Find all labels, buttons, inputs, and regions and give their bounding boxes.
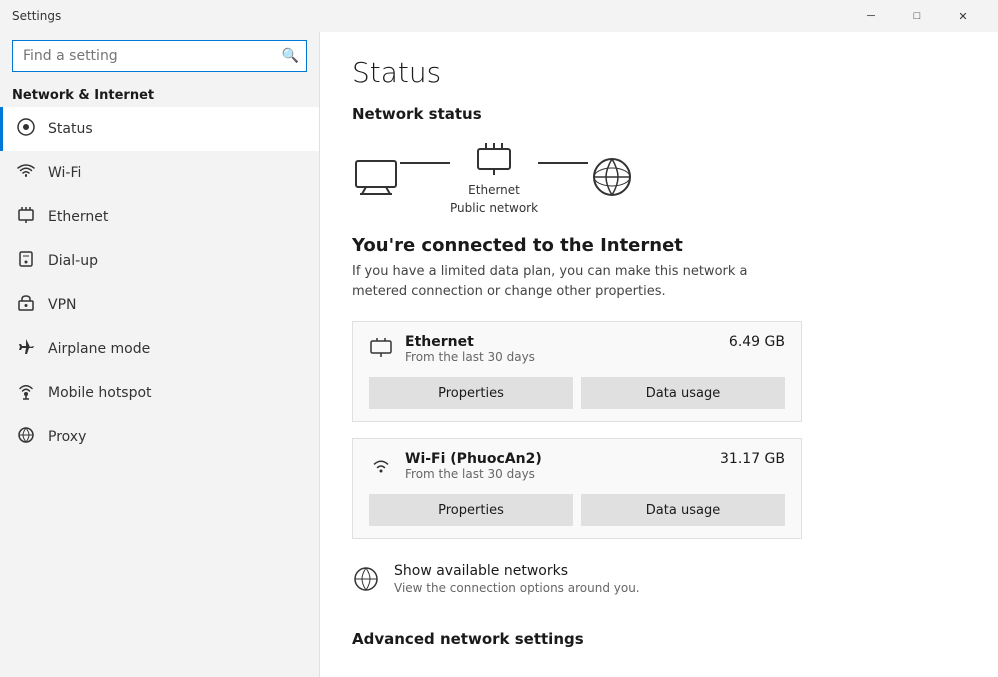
sidebar-item-vpn-label: VPN: [48, 297, 77, 313]
page-title: Status: [352, 56, 966, 89]
network-diagram: Ethernet Public network: [352, 139, 966, 215]
sidebar-item-dialup[interactable]: Dial-up: [0, 239, 319, 283]
content-area: Status Network status: [320, 32, 998, 677]
proxy-icon: [16, 425, 36, 449]
advanced-network-title: Advanced network settings: [352, 630, 966, 648]
ethernet-card: Ethernet From the last 30 days 6.49 GB P…: [352, 321, 802, 422]
show-networks[interactable]: Show available networks View the connect…: [352, 555, 802, 606]
wifi-card: Wi-Fi (PhuocAn2) From the last 30 days 3…: [352, 438, 802, 539]
show-networks-icon: [352, 565, 380, 598]
wifi-card-name: Wi-Fi (PhuocAn2): [405, 451, 708, 467]
computer-icon: [352, 157, 400, 197]
status-icon: [16, 117, 36, 141]
wifi-properties-button[interactable]: Properties: [369, 494, 573, 526]
wifi-usage: 31.17 GB: [720, 451, 785, 467]
close-button[interactable]: ✕: [940, 0, 986, 32]
wifi-card-icon: [369, 453, 393, 482]
show-networks-title: Show available networks: [394, 563, 640, 579]
sidebar-item-proxy-label: Proxy: [48, 429, 86, 445]
wifi-info: Wi-Fi (PhuocAn2) From the last 30 days: [405, 451, 708, 481]
switch-icon: [474, 139, 514, 179]
sidebar-item-wifi[interactable]: Wi-Fi: [0, 151, 319, 195]
sidebar-item-hotspot[interactable]: Mobile hotspot: [0, 371, 319, 415]
ethernet-label: Ethernet: [468, 183, 520, 197]
sidebar-item-ethernet[interactable]: Ethernet: [0, 195, 319, 239]
ethernet-properties-button[interactable]: Properties: [369, 377, 573, 409]
minimize-button[interactable]: ─: [848, 0, 894, 32]
sidebar-item-vpn[interactable]: VPN: [0, 283, 319, 327]
dialup-icon: [16, 249, 36, 273]
diagram-line-1: [400, 162, 450, 164]
maximize-button[interactable]: □: [894, 0, 940, 32]
ethernet-sub: Public network: [450, 201, 538, 215]
sidebar-item-airplane-label: Airplane mode: [48, 341, 150, 357]
sidebar-category: Network & Internet: [0, 80, 319, 107]
sidebar-item-hotspot-label: Mobile hotspot: [48, 385, 152, 401]
wifi-data-usage-button[interactable]: Data usage: [581, 494, 785, 526]
sidebar-item-wifi-label: Wi-Fi: [48, 165, 81, 181]
search-wrapper: 🔍: [0, 32, 319, 80]
show-networks-text: Show available networks View the connect…: [394, 563, 640, 595]
ethernet-card-header: Ethernet From the last 30 days 6.49 GB: [369, 334, 785, 365]
globe-icon: [588, 153, 636, 201]
ethernet-usage: 6.49 GB: [729, 334, 785, 350]
sidebar-item-status[interactable]: Status: [0, 107, 319, 151]
app-body: 🔍 Network & Internet Status: [0, 32, 998, 677]
wifi-icon: [16, 161, 36, 185]
window-controls: ─ □ ✕: [848, 0, 986, 32]
ethernet-card-sub: From the last 30 days: [405, 350, 717, 364]
wifi-buttons: Properties Data usage: [369, 494, 785, 526]
airplane-icon: [16, 337, 36, 361]
diagram-ethernet: Ethernet Public network: [450, 139, 538, 215]
diagram-computer: [352, 157, 400, 197]
sidebar-item-status-label: Status: [48, 121, 93, 137]
ethernet-icon: [16, 205, 36, 229]
sidebar-item-dialup-label: Dial-up: [48, 253, 98, 269]
title-bar: Settings ─ □ ✕: [0, 0, 998, 32]
sidebar: 🔍 Network & Internet Status: [0, 32, 320, 677]
show-networks-desc: View the connection options around you.: [394, 581, 640, 595]
wifi-card-header: Wi-Fi (PhuocAn2) From the last 30 days 3…: [369, 451, 785, 482]
search-container: 🔍: [12, 40, 307, 72]
ethernet-info: Ethernet From the last 30 days: [405, 334, 717, 364]
vpn-icon: [16, 293, 36, 317]
connection-heading: You're connected to the Internet: [352, 235, 966, 256]
diagram-line-2: [538, 162, 588, 164]
sidebar-item-airplane[interactable]: Airplane mode: [0, 327, 319, 371]
app-title: Settings: [12, 9, 848, 23]
connection-info: You're connected to the Internet If you …: [352, 235, 966, 301]
sidebar-item-ethernet-label: Ethernet: [48, 209, 108, 225]
search-input[interactable]: [12, 40, 307, 72]
ethernet-card-icon: [369, 336, 393, 365]
network-status-title: Network status: [352, 105, 966, 123]
sidebar-item-proxy[interactable]: Proxy: [0, 415, 319, 459]
wifi-card-sub: From the last 30 days: [405, 467, 708, 481]
ethernet-data-usage-button[interactable]: Data usage: [581, 377, 785, 409]
ethernet-buttons: Properties Data usage: [369, 377, 785, 409]
hotspot-icon: [16, 381, 36, 405]
ethernet-card-name: Ethernet: [405, 334, 717, 350]
connection-desc: If you have a limited data plan, you can…: [352, 262, 802, 301]
diagram-globe: [588, 153, 636, 201]
